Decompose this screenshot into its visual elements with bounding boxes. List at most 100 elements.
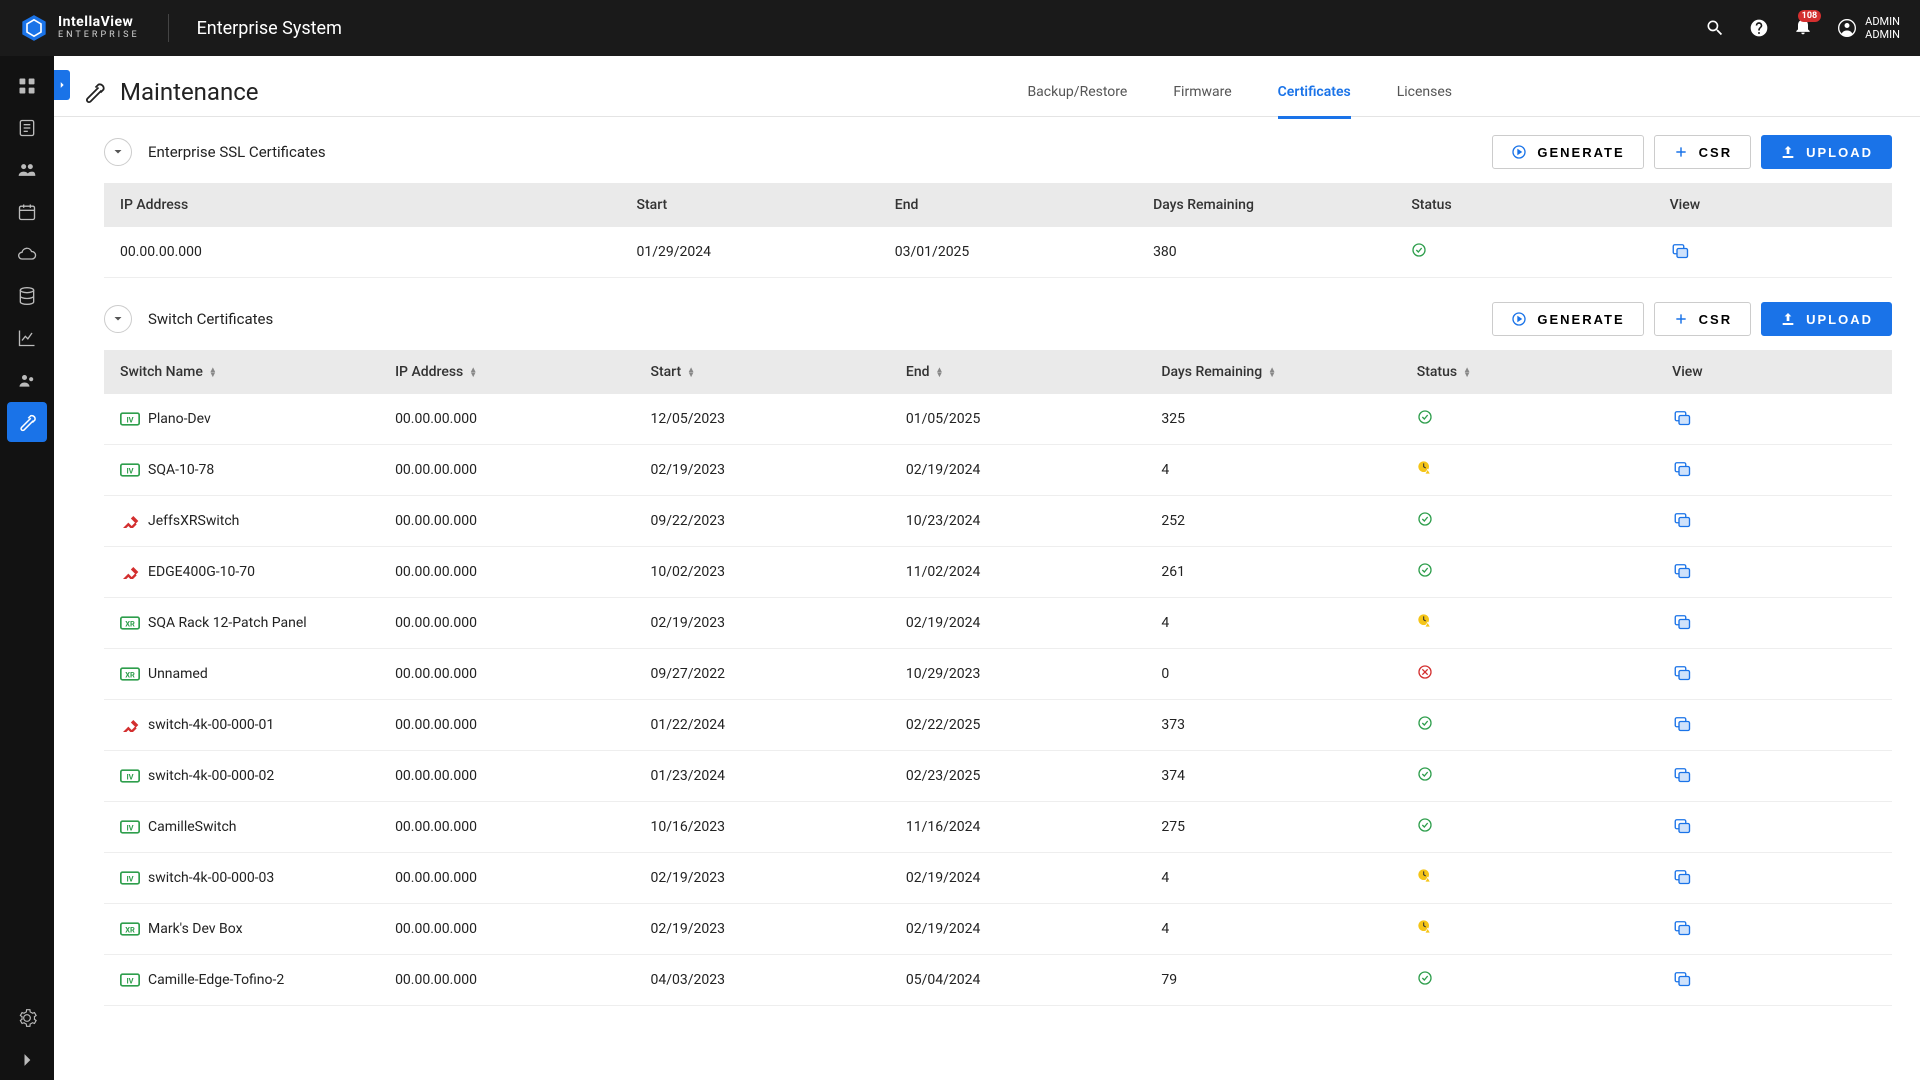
cell-days: 4	[1145, 853, 1400, 904]
brand-sub: ENTERPRISE	[58, 31, 140, 41]
cell-view	[1656, 904, 1892, 955]
cell-days: 79	[1145, 955, 1400, 1006]
cell-status	[1401, 547, 1656, 598]
switch-type-icon	[120, 412, 140, 426]
sidebar-item-logs[interactable]	[7, 108, 47, 148]
sidebar-item-database[interactable]	[7, 276, 47, 316]
sidebar-item-cloud[interactable]	[7, 234, 47, 274]
search-icon[interactable]	[1705, 18, 1725, 38]
col-days[interactable]: Days Remaining▲▼	[1145, 350, 1400, 394]
status-error-icon	[1417, 664, 1433, 680]
cell-view	[1656, 496, 1892, 547]
col-status[interactable]: Status▲▼	[1401, 350, 1656, 394]
status-ok-icon	[1417, 562, 1433, 578]
cell-days: 252	[1145, 496, 1400, 547]
view-cert-icon[interactable]	[1672, 459, 1692, 477]
main-content: Maintenance Backup/Restore Firmware Cert…	[54, 56, 1920, 1080]
cell-switch-name: Camille-Edge-Tofino-2	[104, 955, 379, 1006]
view-cert-icon[interactable]	[1672, 561, 1692, 579]
tab-backup[interactable]: Backup/Restore	[1027, 66, 1127, 119]
brand-text: IntellaView ENTERPRISE	[58, 15, 140, 40]
cell-end: 02/19/2024	[890, 598, 1145, 649]
cell-view	[1656, 955, 1892, 1006]
col-start[interactable]: Start▲▼	[634, 350, 889, 394]
view-cert-icon[interactable]	[1672, 969, 1692, 987]
cell-days: 380	[1137, 227, 1395, 278]
tab-licenses[interactable]: Licenses	[1397, 66, 1452, 119]
col-switch[interactable]: Switch Name▲▼	[104, 350, 379, 394]
sidebar-item-calendar[interactable]	[7, 192, 47, 232]
panel-expand-button[interactable]	[54, 70, 70, 100]
csr-button-enterprise[interactable]: CSR	[1654, 135, 1751, 169]
col-ip[interactable]: IP Address▲▼	[379, 350, 634, 394]
status-warn-icon	[1417, 868, 1433, 884]
view-cert-icon[interactable]	[1672, 765, 1692, 783]
brand-logo-icon	[20, 14, 48, 42]
brand-area: IntellaView ENTERPRISE	[20, 14, 140, 42]
view-cert-icon[interactable]	[1672, 663, 1692, 681]
help-icon[interactable]	[1749, 18, 1769, 38]
cell-days: 4	[1145, 445, 1400, 496]
col-end[interactable]: End▲▼	[890, 350, 1145, 394]
upload-button-enterprise[interactable]: UPLOAD	[1761, 135, 1892, 169]
generate-button-enterprise[interactable]: GENERATE	[1492, 135, 1643, 169]
user-line1: ADMIN	[1865, 15, 1900, 28]
status-warn-icon	[1417, 613, 1433, 629]
csr-button-switch[interactable]: CSR	[1654, 302, 1751, 336]
table-row: switch-4k-00-000-02 00.00.00.000 01/23/2…	[104, 751, 1892, 802]
cell-days: 373	[1145, 700, 1400, 751]
cell-ip: 00.00.00.000	[379, 700, 634, 751]
status-ok-icon	[1417, 511, 1433, 527]
page-title: Maintenance	[120, 78, 259, 106]
sidebar-item-dashboard[interactable]	[7, 66, 47, 106]
cell-switch-name: SQA Rack 12-Patch Panel	[104, 598, 379, 649]
sort-icon: ▲▼	[687, 367, 695, 377]
col-start: Start	[621, 183, 879, 227]
view-cert-icon[interactable]	[1672, 408, 1692, 426]
view-cert-icon[interactable]	[1672, 510, 1692, 528]
view-cert-icon[interactable]	[1672, 714, 1692, 732]
cell-end: 11/02/2024	[890, 547, 1145, 598]
status-warn-icon	[1417, 460, 1433, 476]
tab-certificates[interactable]: Certificates	[1278, 66, 1351, 119]
switch-type-icon	[120, 463, 140, 477]
cell-ip: 00.00.00.000	[379, 394, 634, 445]
sidebar-item-users[interactable]	[7, 150, 47, 190]
sidebar-expand[interactable]	[7, 1040, 47, 1080]
cell-status	[1401, 853, 1656, 904]
cell-view	[1656, 445, 1892, 496]
switch-type-icon	[120, 820, 140, 834]
collapse-switch-button[interactable]	[104, 305, 132, 333]
cell-status	[1401, 700, 1656, 751]
user-menu[interactable]: ADMIN ADMIN	[1837, 15, 1900, 41]
cell-ip: 00.00.00.000	[379, 853, 634, 904]
switch-type-icon	[120, 871, 140, 885]
view-cert-icon[interactable]	[1672, 918, 1692, 936]
cell-start: 09/22/2023	[634, 496, 889, 547]
col-view: View	[1656, 350, 1892, 394]
view-cert-icon[interactable]	[1672, 816, 1692, 834]
table-row: 00.00.00.000 01/29/2024 03/01/2025 380	[104, 227, 1892, 278]
tab-firmware[interactable]: Firmware	[1173, 66, 1231, 119]
table-row: JeffsXRSwitch 00.00.00.000 09/22/2023 10…	[104, 496, 1892, 547]
sidebar-item-stats[interactable]	[7, 318, 47, 358]
view-cert-icon[interactable]	[1670, 241, 1690, 259]
notifications-button[interactable]: 108	[1793, 16, 1813, 40]
header-tools: 108 ADMIN ADMIN	[1705, 15, 1900, 41]
sort-icon: ▲▼	[469, 367, 477, 377]
cell-status	[1401, 802, 1656, 853]
cell-start: 09/27/2022	[634, 649, 889, 700]
view-cert-icon[interactable]	[1672, 612, 1692, 630]
view-cert-icon[interactable]	[1672, 867, 1692, 885]
upload-button-switch[interactable]: UPLOAD	[1761, 302, 1892, 336]
status-ok-icon	[1417, 766, 1433, 782]
enterprise-cert-table: IP Address Start End Days Remaining Stat…	[104, 183, 1892, 278]
sidebar-item-maintenance[interactable]	[7, 402, 47, 442]
cell-days: 0	[1145, 649, 1400, 700]
sidebar-item-settings[interactable]	[7, 998, 47, 1038]
generate-button-switch[interactable]: GENERATE	[1492, 302, 1643, 336]
sort-icon: ▲▼	[209, 367, 217, 377]
switch-cert-table: Switch Name▲▼ IP Address▲▼ Start▲▼ End▲▼…	[104, 350, 1892, 1006]
sidebar-item-team[interactable]	[7, 360, 47, 400]
collapse-enterprise-button[interactable]	[104, 138, 132, 166]
